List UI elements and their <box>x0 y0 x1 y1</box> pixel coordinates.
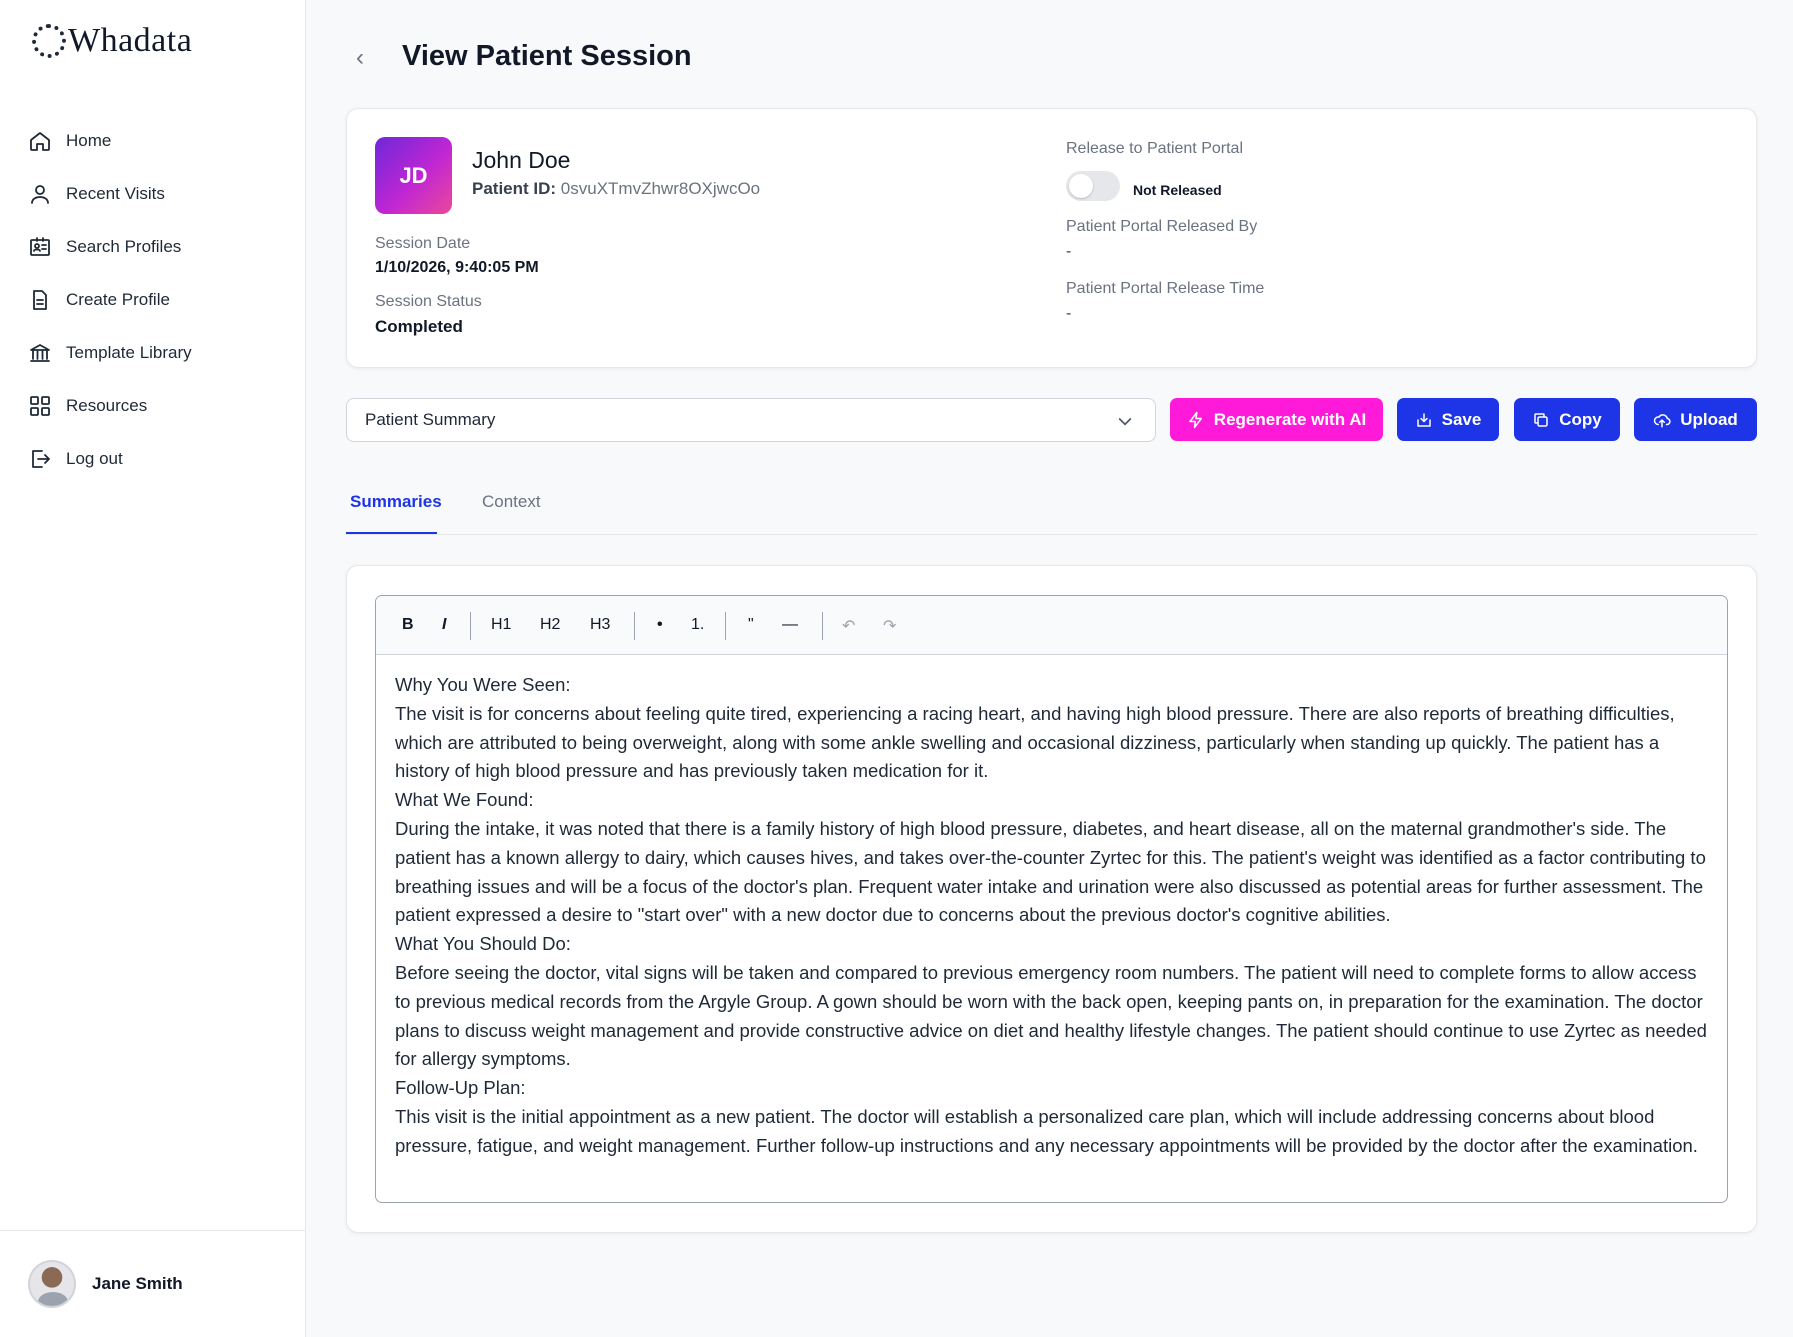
italic-button[interactable]: I <box>442 616 446 634</box>
editor-toolbar: B I H1 H2 H3 • 1. " — ↶ ↷ <box>376 596 1727 655</box>
sidebar-item-home[interactable]: Home <box>28 114 192 167</box>
section-text-findings: During the intake, it was noted that the… <box>395 817 1706 926</box>
sidebar-item-resources[interactable]: Resources <box>28 379 192 432</box>
sidebar-nav: Home Recent Visits Search Profiles Creat… <box>28 114 192 485</box>
tab-bar: Summaries Context <box>346 480 1757 535</box>
copy-button[interactable]: Copy <box>1514 398 1620 441</box>
home-icon <box>30 131 50 151</box>
user-icon <box>31 184 49 204</box>
sidebar-item-label: Search Profiles <box>66 236 182 256</box>
section-heading-findings: What We Found: <box>395 789 534 811</box>
save-icon <box>1416 412 1431 427</box>
session-status-label: Session Status <box>375 293 482 310</box>
sidebar-item-create-profile[interactable]: Create Profile <box>28 273 192 326</box>
sidebar-item-label: Recent Visits <box>66 183 165 203</box>
patient-id: Patient ID: 0svuXTmvZhwr8OXjwcOo <box>472 179 760 199</box>
page-title: View Patient Session <box>402 40 692 72</box>
user-name: Jane Smith <box>92 1274 183 1293</box>
sidebar-item-template-library[interactable]: Template Library <box>28 326 192 379</box>
released-by-value: - <box>1066 243 1072 260</box>
sidebar-item-search-profiles[interactable]: Search Profiles <box>28 220 192 273</box>
tab-summaries[interactable]: Summaries <box>346 492 442 534</box>
release-time-value: - <box>1066 305 1072 322</box>
bold-button[interactable]: B <box>402 616 414 634</box>
upload-button[interactable]: Upload <box>1634 398 1757 441</box>
h3-button[interactable]: H3 <box>590 616 610 634</box>
bullet-list-button[interactable]: • <box>657 616 663 634</box>
released-by-label: Patient Portal Released By <box>1066 218 1258 235</box>
toolbar-divider <box>634 612 635 640</box>
horizontal-rule-button[interactable]: — <box>782 616 798 634</box>
document-icon <box>33 289 47 310</box>
patient-id-label: Patient ID: <box>472 179 557 198</box>
toolbar-divider <box>470 612 471 640</box>
section-heading-why-seen: Why You Were Seen: <box>395 674 571 695</box>
tab-context[interactable]: Context <box>482 492 541 532</box>
brand-name: Whadata <box>68 22 193 59</box>
template-select[interactable]: Patient Summary <box>346 398 1156 442</box>
sidebar-item-recent-visits[interactable]: Recent Visits <box>28 167 192 220</box>
patient-name: John Doe <box>472 147 571 173</box>
redo-icon[interactable]: ↷ <box>883 616 896 636</box>
toolbar-divider <box>822 612 823 640</box>
session-date: 1/10/2026, 9:40:05 PM <box>375 259 539 276</box>
section-heading-follow-up: Follow-Up Plan: <box>395 1077 526 1099</box>
sidebar-item-label: Template Library <box>66 342 192 362</box>
h2-button[interactable]: H2 <box>540 616 560 634</box>
library-icon <box>30 343 50 362</box>
upload-cloud-icon <box>1653 413 1671 427</box>
template-select-value: Patient Summary <box>365 410 496 429</box>
copy-icon <box>1534 412 1548 427</box>
session-date-label: Session Date <box>375 235 471 252</box>
patient-avatar: JD <box>375 137 452 214</box>
upload-label: Upload <box>1680 409 1738 429</box>
regenerate-ai-button[interactable]: Regenerate with AI <box>1170 398 1383 441</box>
id-card-icon <box>30 236 50 256</box>
h1-button[interactable]: H1 <box>491 616 511 634</box>
release-label: Release to Patient Portal <box>1066 140 1243 157</box>
patient-info-card: JD John Doe Patient ID: 0svuXTmvZhwr8OXj… <box>346 108 1757 368</box>
rich-text-editor: B I H1 H2 H3 • 1. " — ↶ ↷ Why You Were S… <box>375 595 1728 1203</box>
avatar <box>28 1260 76 1308</box>
blockquote-button[interactable]: " <box>748 616 754 634</box>
chevron-down-icon <box>1118 417 1132 426</box>
toolbar-divider <box>725 612 726 640</box>
save-button[interactable]: Save <box>1397 398 1499 441</box>
editor-content[interactable]: Why You Were Seen: The visit is for conc… <box>376 655 1727 1177</box>
section-text-why-seen: The visit is for concerns about feeling … <box>395 702 1675 782</box>
undo-icon[interactable]: ↶ <box>842 616 855 636</box>
section-text-follow-up: This visit is the initial appointment as… <box>395 1105 1698 1156</box>
chevron-left-icon[interactable]: ‹ <box>356 44 364 72</box>
session-status: Completed <box>375 317 463 336</box>
logout-icon <box>32 449 50 468</box>
sidebar-item-label: Create Profile <box>66 289 170 309</box>
brand-logo[interactable]: Whadata <box>32 22 192 60</box>
sidebar-item-logout[interactable]: Log out <box>28 432 192 485</box>
logo-ring-icon <box>32 24 66 58</box>
grid-icon <box>30 395 50 416</box>
sidebar: Whadata Home Recent Visits Search Profil… <box>0 0 306 1337</box>
summary-editor-card: B I H1 H2 H3 • 1. " — ↶ ↷ Why You Were S… <box>346 565 1757 1233</box>
save-label: Save <box>1441 409 1482 429</box>
regenerate-ai-label: Regenerate with AI <box>1213 409 1367 429</box>
user-profile[interactable]: Jane Smith <box>0 1230 306 1337</box>
section-text-what-to-do: Before seeing the doctor, vital signs wi… <box>395 961 1707 1070</box>
release-status: Not Released <box>1133 182 1222 198</box>
release-toggle[interactable] <box>1066 171 1120 201</box>
lightning-icon <box>1189 411 1202 428</box>
sidebar-item-label: Resources <box>66 395 148 415</box>
sidebar-item-label: Log out <box>66 448 123 468</box>
section-heading-what-to-do: What You Should Do: <box>395 933 571 955</box>
sidebar-item-label: Home <box>66 130 112 150</box>
copy-label: Copy <box>1559 409 1602 429</box>
patient-id-value: 0svuXTmvZhwr8OXjwcOo <box>560 179 761 198</box>
ordered-list-button[interactable]: 1. <box>691 616 704 634</box>
release-time-label: Patient Portal Release Time <box>1066 280 1265 297</box>
